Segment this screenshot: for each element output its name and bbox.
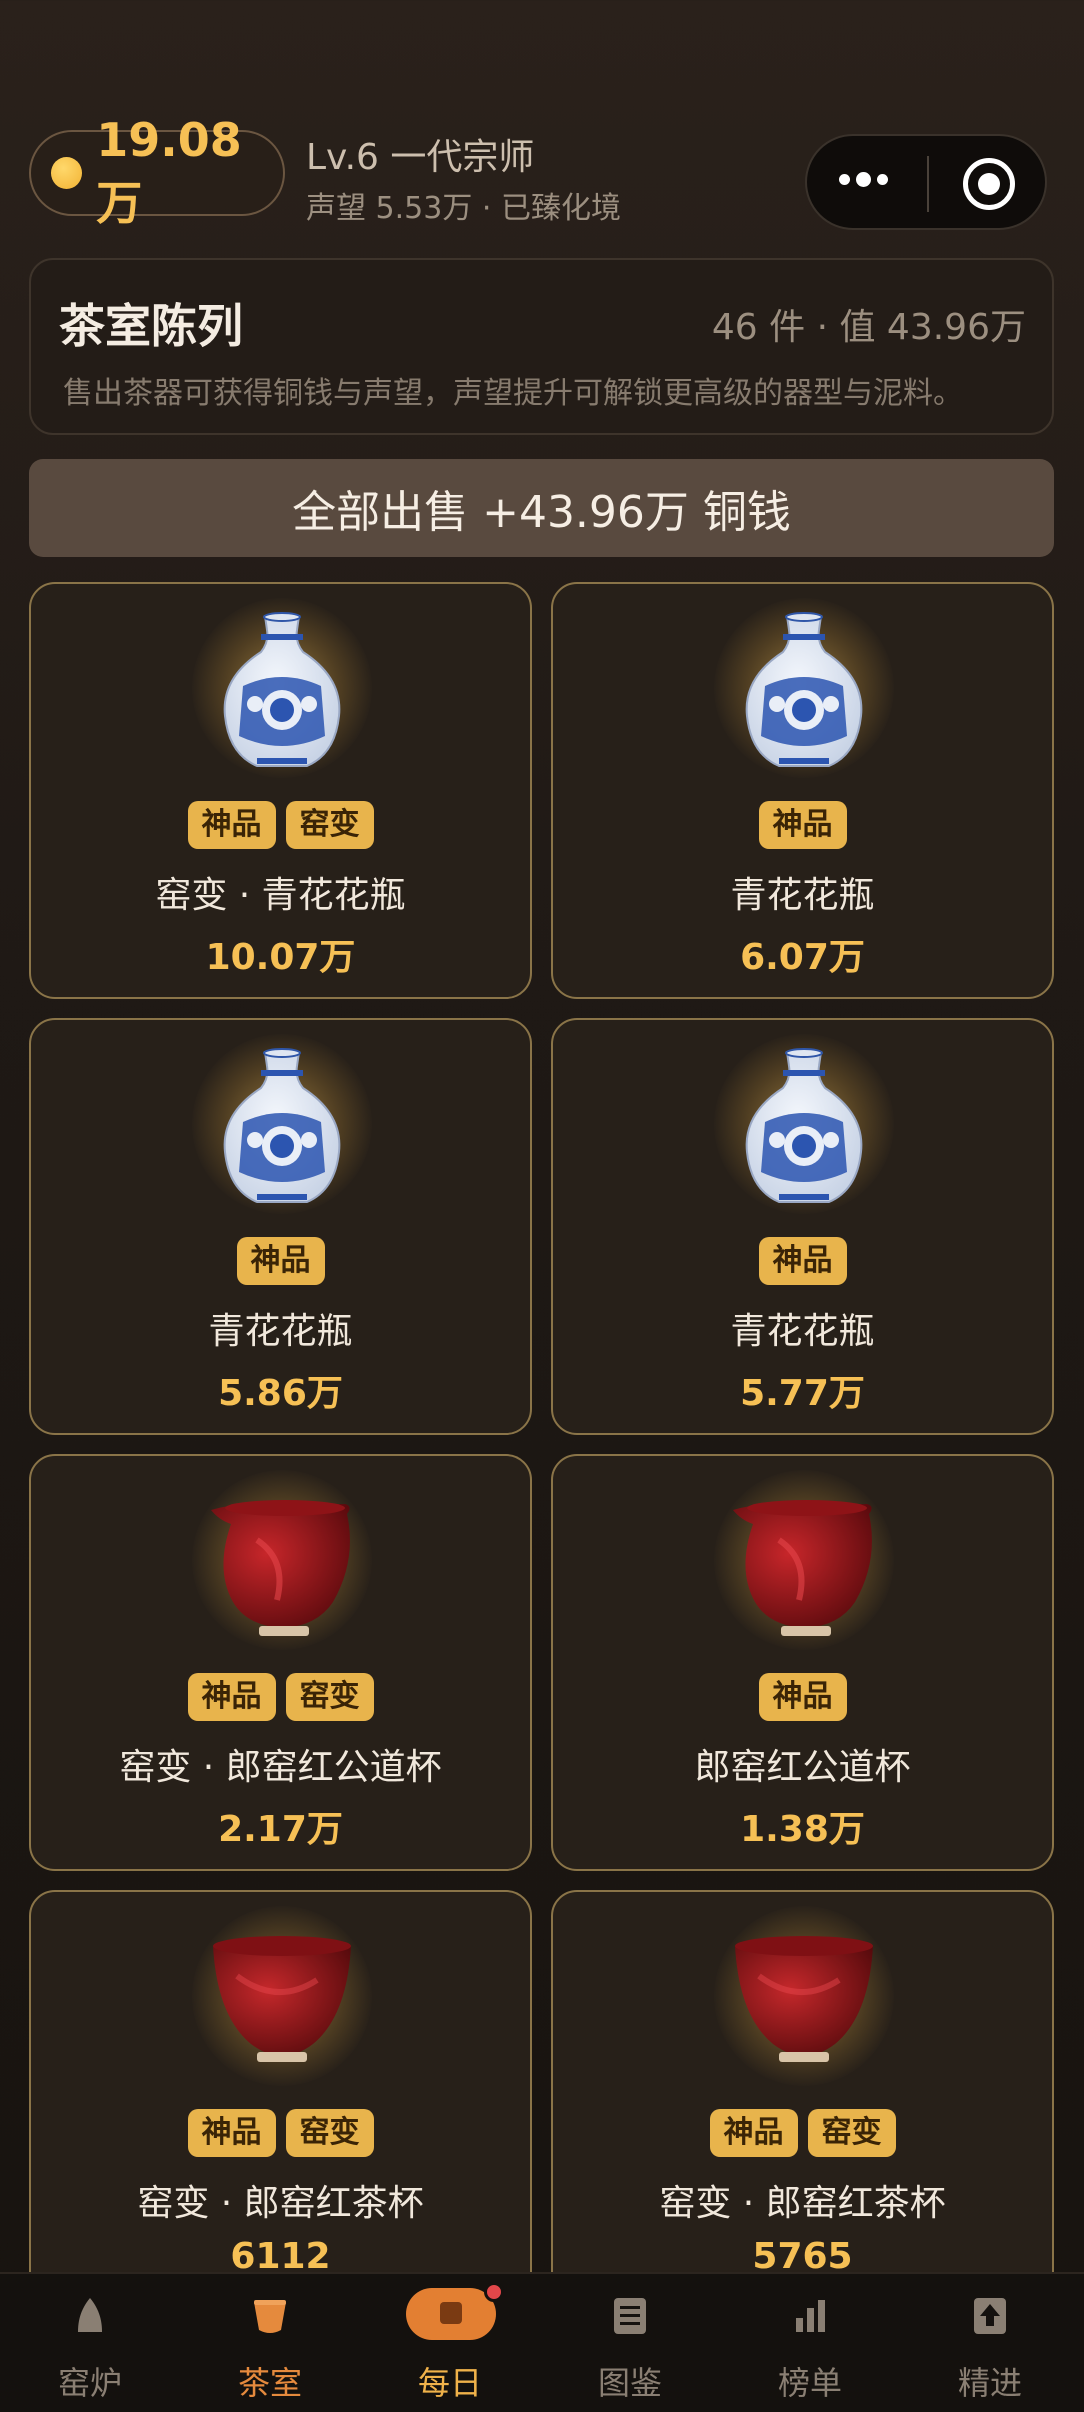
item-card[interactable]: 神品 窑变窑变 · 郎窑红茶杯 5765 [551, 1890, 1054, 2272]
item-name: 郎窑红公道杯 [694, 1747, 911, 1788]
quality-badge: 窑变 [285, 801, 374, 849]
tab-label: 图鉴 [597, 2364, 662, 2402]
mini-program-capsule [805, 134, 1047, 230]
sell-all-button[interactable]: 全部出售 +43.96万 铜钱 [29, 459, 1054, 557]
quality-badge: 神品 [758, 1673, 847, 1721]
kiln-icon [78, 2298, 102, 2332]
item-card[interactable]: 神品 窑变窑变 · 郎窑红公道杯 2.17万 [29, 1454, 532, 1871]
tab-daily[interactable]: 每日 [360, 2274, 540, 2412]
quality-badge: 窑变 [807, 2109, 896, 2157]
item-badges: 神品 [31, 1237, 530, 1285]
tab-label: 每日 [417, 2364, 482, 2402]
top-header: 19.08万 Lv.6 一代宗师 声望 5.53万 · 已臻化境 [0, 0, 1084, 250]
panel-description: 售出茶器可获得铜钱与声望，声望提升可解锁更高级的器型与泥料。 [63, 376, 963, 411]
panel-stats: 46 件 · 值 43.96万 [711, 307, 1026, 348]
item-card[interactable]: 神品 窑变窑变 · 青花花瓶 10.07万 [29, 582, 532, 999]
ranking-icon [796, 2300, 825, 2332]
red-pitcher-icon [733, 1500, 872, 1636]
item-badges: 神品 窑变 [31, 2109, 530, 2157]
quality-badge: 神品 [187, 2109, 276, 2157]
red-teacup-icon [213, 1936, 351, 2062]
item-price: 1.38万 [740, 1809, 865, 1850]
daily-icon [406, 2288, 496, 2340]
reputation-status: 声望 5.53万 · 已臻化境 [306, 191, 621, 226]
quality-badge: 神品 [187, 1673, 276, 1721]
coin-amount: 19.08万 [96, 113, 242, 230]
teacup-icon [254, 2300, 286, 2333]
item-badges: 神品 [553, 801, 1052, 849]
capsule-divider [927, 156, 929, 212]
item-price: 5765 [752, 2236, 853, 2272]
tab-catalog[interactable]: 图鉴 [540, 2274, 720, 2412]
item-grid: 神品 窑变 窑变 · 青花花瓶 10.07万 神品 青花花瓶 6.07万 神品 青花花瓶 5.86… [29, 582, 1054, 2272]
item-name: 青花花瓶 [730, 875, 875, 916]
quality-badge: 神品 [758, 1237, 847, 1285]
item-name: 窑变 · 郎窑红公道杯 [119, 1747, 442, 1788]
item-name: 青花花瓶 [730, 1311, 875, 1352]
tab-kiln[interactable]: 窑炉 [0, 2274, 180, 2412]
coin-icon [51, 157, 83, 189]
blue-white-vase-icon [223, 1048, 341, 1203]
coin-balance[interactable]: 19.08万 [29, 113, 285, 230]
tab-label: 榜单 [777, 2364, 842, 2402]
item-card[interactable]: 神品青花花瓶 5.77万 [551, 1018, 1054, 1435]
tab-label: 精进 [957, 2364, 1022, 2402]
quality-badge: 神品 [709, 2109, 798, 2157]
tab-upgrade[interactable]: 精进 [900, 2274, 1080, 2412]
item-badges: 神品 窑变 [553, 2109, 1052, 2157]
player-level: Lv.6 一代宗师 [306, 137, 535, 178]
item-card[interactable]: 神品郎窑红公道杯 1.38万 [551, 1454, 1054, 1871]
item-badges: 神品 窑变 [31, 801, 530, 849]
item-name: 青花花瓶 [208, 1311, 353, 1352]
notification-dot [484, 2282, 504, 2302]
quality-badge: 窑变 [285, 2109, 374, 2157]
close-miniprogram-icon[interactable] [963, 158, 1015, 210]
quality-badge: 神品 [187, 801, 276, 849]
item-badges: 神品 [553, 1673, 1052, 1721]
item-price: 5.77万 [740, 1373, 865, 1414]
blue-white-vase-icon [745, 612, 863, 767]
tab-ranking[interactable]: 榜单 [720, 2274, 900, 2412]
tab-tearoom[interactable]: 茶室 [180, 2274, 360, 2412]
item-price: 6112 [230, 2236, 331, 2272]
item-name: 窑变 · 青花花瓶 [155, 875, 406, 916]
tea-room-panel: 茶室陈列 46 件 · 值 43.96万 售出茶器可获得铜钱与声望，声望提升可解… [29, 258, 1054, 435]
item-price: 6.07万 [740, 937, 865, 978]
upgrade-icon [974, 2298, 1006, 2334]
item-card[interactable]: 神品青花花瓶 5.86万 [29, 1018, 532, 1435]
item-price: 10.07万 [205, 937, 356, 978]
catalog-icon [614, 2298, 646, 2334]
more-icon[interactable] [839, 172, 888, 187]
item-badges: 神品 窑变 [31, 1673, 530, 1721]
item-name: 窑变 · 郎窑红茶杯 [659, 2183, 946, 2224]
tab-label: 茶室 [237, 2364, 302, 2402]
item-name: 窑变 · 郎窑红茶杯 [137, 2183, 424, 2224]
tab-label: 窑炉 [57, 2364, 122, 2402]
quality-badge: 窑变 [285, 1673, 374, 1721]
blue-white-vase-icon [223, 612, 341, 767]
red-teacup-icon [735, 1936, 873, 2062]
quality-badge: 神品 [758, 801, 847, 849]
blue-white-vase-icon [745, 1048, 863, 1203]
panel-title: 茶室陈列 [59, 299, 243, 353]
bottom-tab-bar: 窑炉 茶室 每日 图鉴 榜单 精进 [0, 2272, 1084, 2412]
quality-badge: 神品 [236, 1237, 325, 1285]
item-card[interactable]: 神品青花花瓶 6.07万 [551, 582, 1054, 999]
red-pitcher-icon [211, 1500, 350, 1636]
item-badges: 神品 [553, 1237, 1052, 1285]
item-card[interactable]: 神品 窑变窑变 · 郎窑红茶杯 6112 [29, 1890, 532, 2272]
item-price: 2.17万 [218, 1809, 343, 1850]
item-price: 5.86万 [218, 1373, 343, 1414]
